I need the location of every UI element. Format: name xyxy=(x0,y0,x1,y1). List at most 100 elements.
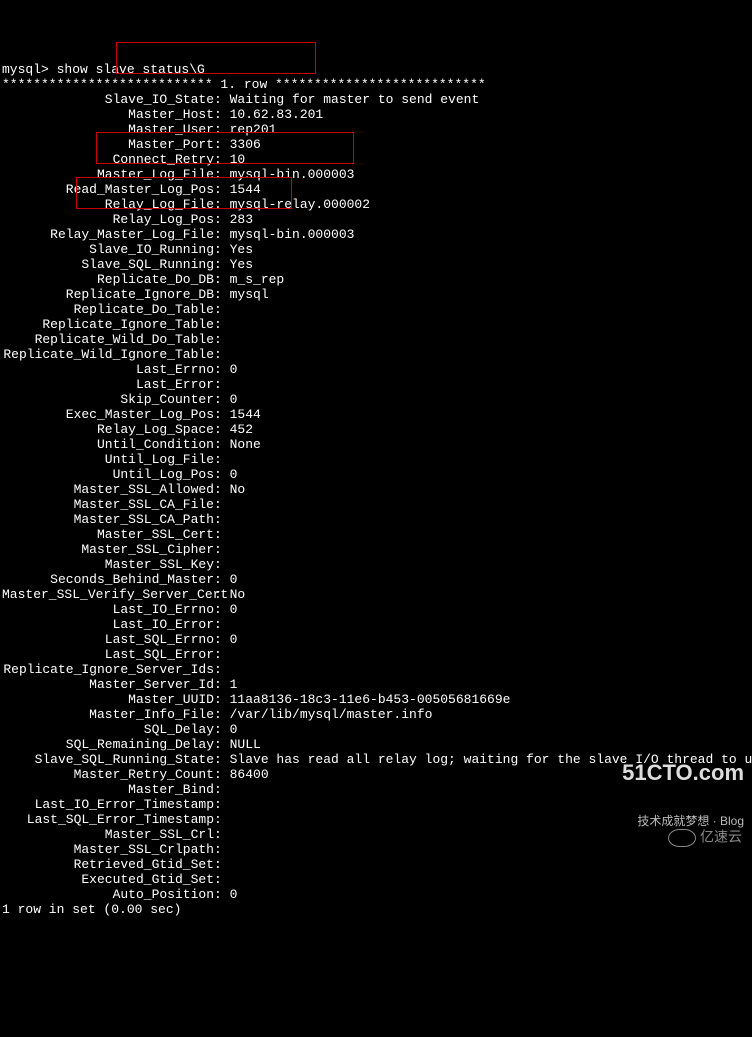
field-val: mysql-bin.000003 xyxy=(230,227,355,242)
field-sep: : xyxy=(214,542,230,557)
field-Replicate_Do_Table: Replicate_Do_Table: xyxy=(2,302,750,317)
field-Connect_Retry: Connect_Retry: 10 xyxy=(2,152,750,167)
field-key: Seconds_Behind_Master xyxy=(2,572,214,587)
field-val: m_s_rep xyxy=(230,272,285,287)
field-key: Last_Errno xyxy=(2,362,214,377)
field-Last_IO_Error: Last_IO_Error: xyxy=(2,617,750,632)
field-sep: : xyxy=(214,737,230,752)
field-key: Slave_IO_Running xyxy=(2,242,214,257)
field-sep: : xyxy=(214,707,230,722)
field-sep: : xyxy=(214,242,230,257)
field-val: 3306 xyxy=(230,137,261,152)
result-footer: 1 row in set (0.00 sec) xyxy=(2,902,750,917)
field-Master_User: Master_User: rep201 xyxy=(2,122,750,137)
field-val: 0 xyxy=(230,632,238,647)
field-key: Last_SQL_Error xyxy=(2,647,214,662)
field-Last_Error: Last_Error: xyxy=(2,377,750,392)
field-key: Replicate_Ignore_Server_Ids xyxy=(2,662,214,677)
watermark-yisu: 亿速云 xyxy=(660,814,742,847)
field-key: Relay_Log_Space xyxy=(2,422,214,437)
field-val: 0 xyxy=(230,887,238,902)
field-val: 10.62.83.201 xyxy=(230,107,324,122)
field-key: Relay_Log_File xyxy=(2,197,214,212)
field-key: Master_Port xyxy=(2,137,214,152)
field-val: mysql-bin.000003 xyxy=(230,167,355,182)
field-sep: : xyxy=(214,782,230,797)
field-val: 283 xyxy=(230,212,253,227)
field-key: Master_Log_File xyxy=(2,167,214,182)
field-val: 0 xyxy=(230,467,238,482)
field-sep: : xyxy=(214,497,230,512)
field-Master_Info_File: Master_Info_File: /var/lib/mysql/master.… xyxy=(2,707,750,722)
field-Master_Server_Id: Master_Server_Id: 1 xyxy=(2,677,750,692)
field-key: SQL_Delay xyxy=(2,722,214,737)
field-key: Master_SSL_Cert xyxy=(2,527,214,542)
field-key: Master_SSL_Verify_Server_Cert xyxy=(2,587,214,602)
field-key: Replicate_Wild_Ignore_Table xyxy=(2,347,214,362)
field-sep: : xyxy=(214,137,230,152)
cloud-icon xyxy=(668,829,696,847)
field-val: NULL xyxy=(230,737,261,752)
field-val: 452 xyxy=(230,422,253,437)
field-key: SQL_Remaining_Delay xyxy=(2,737,214,752)
field-key: Last_Error xyxy=(2,377,214,392)
field-Master_Log_File: Master_Log_File: mysql-bin.000003 xyxy=(2,167,750,182)
field-sep: : xyxy=(214,872,230,887)
field-key: Until_Log_Pos xyxy=(2,467,214,482)
field-sep: : xyxy=(214,212,230,227)
field-key: Replicate_Wild_Do_Table xyxy=(2,332,214,347)
field-Read_Master_Log_Pos: Read_Master_Log_Pos: 1544 xyxy=(2,182,750,197)
field-Slave_SQL_Running: Slave_SQL_Running: Yes xyxy=(2,257,750,272)
field-key: Master_Host xyxy=(2,107,214,122)
field-val: 11aa8136-18c3-11e6-b453-00505681669e xyxy=(230,692,511,707)
field-Auto_Position: Auto_Position: 0 xyxy=(2,887,750,902)
field-Replicate_Ignore_DB: Replicate_Ignore_DB: mysql xyxy=(2,287,750,302)
field-sep: : xyxy=(214,647,230,662)
field-val: 10 xyxy=(230,152,246,167)
field-sep: : xyxy=(214,602,230,617)
field-sep: : xyxy=(214,857,230,872)
field-Relay_Log_File: Relay_Log_File: mysql-relay.000002 xyxy=(2,197,750,212)
field-Replicate_Ignore_Server_Ids: Replicate_Ignore_Server_Ids: xyxy=(2,662,750,677)
field-key: Skip_Counter xyxy=(2,392,214,407)
field-sep: : xyxy=(214,422,230,437)
field-val: 1544 xyxy=(230,182,261,197)
row-separator: *************************** 1. row *****… xyxy=(2,77,750,92)
field-key: Slave_IO_State xyxy=(2,92,214,107)
field-Master_UUID: Master_UUID: 11aa8136-18c3-11e6-b453-005… xyxy=(2,692,750,707)
field-val: 0 xyxy=(230,362,238,377)
field-key: Master_SSL_CA_Path xyxy=(2,512,214,527)
field-Master_SSL_Verify_Server_Cert: Master_SSL_Verify_Server_Cert: No xyxy=(2,587,750,602)
field-key: Read_Master_Log_Pos xyxy=(2,182,214,197)
field-Master_SSL_CA_File: Master_SSL_CA_File: xyxy=(2,497,750,512)
watermark-brand: 51CTO.com xyxy=(622,765,744,781)
field-key: Master_Info_File xyxy=(2,707,214,722)
field-key: Retrieved_Gtid_Set xyxy=(2,857,214,872)
field-key: Master_SSL_Crlpath xyxy=(2,842,214,857)
field-sep: : xyxy=(214,482,230,497)
field-sep: : xyxy=(214,887,230,902)
field-Slave_IO_Running: Slave_IO_Running: Yes xyxy=(2,242,750,257)
field-key: Master_SSL_CA_File xyxy=(2,497,214,512)
field-Master_SSL_Cert: Master_SSL_Cert: xyxy=(2,527,750,542)
field-key: Master_Retry_Count xyxy=(2,767,214,782)
field-Master_SSL_Key: Master_SSL_Key: xyxy=(2,557,750,572)
field-Until_Condition: Until_Condition: None xyxy=(2,437,750,452)
field-val: Waiting for master to send event xyxy=(230,92,480,107)
field-val: 0 xyxy=(230,392,238,407)
field-key: Master_UUID xyxy=(2,692,214,707)
field-sep: : xyxy=(214,617,230,632)
field-Replicate_Wild_Ignore_Table: Replicate_Wild_Ignore_Table: xyxy=(2,347,750,362)
field-Replicate_Do_DB: Replicate_Do_DB: m_s_rep xyxy=(2,272,750,287)
field-sep: : xyxy=(214,527,230,542)
field-val: rep201 xyxy=(230,122,277,137)
field-val: No xyxy=(230,482,246,497)
field-sep: : xyxy=(214,827,230,842)
field-val: 0 xyxy=(230,722,238,737)
field-key: Last_IO_Error xyxy=(2,617,214,632)
field-sep: : xyxy=(214,347,230,362)
field-sep: : xyxy=(214,122,230,137)
field-Skip_Counter: Skip_Counter: 0 xyxy=(2,392,750,407)
field-sep: : xyxy=(214,362,230,377)
field-sep: : xyxy=(214,92,230,107)
